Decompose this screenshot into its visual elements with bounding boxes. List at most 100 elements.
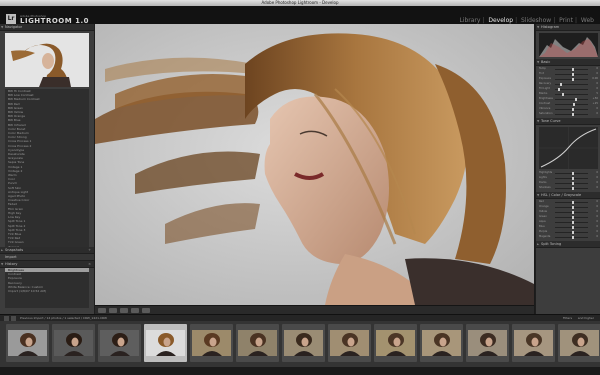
slider-track[interactable] [555, 221, 588, 224]
slider-knob[interactable] [571, 221, 574, 224]
slider-knob[interactable] [571, 68, 574, 71]
slider-track[interactable] [555, 108, 588, 111]
spot-removal-button[interactable] [142, 308, 150, 313]
slider-track[interactable] [555, 98, 588, 101]
redeye-tool-button[interactable] [131, 308, 139, 313]
slider-knob[interactable] [571, 231, 574, 234]
slider-knob[interactable] [571, 113, 574, 116]
slider-knob[interactable] [571, 187, 574, 190]
slider-knob[interactable] [559, 83, 562, 86]
slider-row: Saturation 0 [539, 112, 598, 117]
slider-value: 0 [596, 107, 598, 110]
slider-track[interactable] [555, 103, 588, 106]
module-picker: Library | Develop | Slideshow | Print | Web [459, 17, 594, 24]
tone-curve-graph[interactable] [539, 127, 598, 169]
filmstrip-thumbnail[interactable] [190, 324, 233, 362]
module-develop[interactable]: Develop [488, 17, 513, 24]
slider-track[interactable] [555, 73, 588, 76]
before-after-button[interactable] [109, 308, 117, 313]
photo-woman-hair [95, 24, 534, 305]
navigator-preview-image [5, 33, 89, 87]
slider-knob[interactable] [571, 108, 574, 111]
slider-knob[interactable] [574, 98, 577, 101]
filmstrip-thumbnail[interactable] [282, 324, 325, 362]
slider-knob[interactable] [571, 172, 574, 175]
slider-knob[interactable] [571, 211, 574, 214]
slider-track[interactable] [555, 206, 588, 209]
slider-track[interactable] [555, 78, 588, 81]
slider-knob[interactable] [571, 236, 574, 239]
slider-knob[interactable] [558, 88, 561, 91]
slider-track[interactable] [555, 187, 588, 190]
filmstrip-thumbnail[interactable] [466, 324, 509, 362]
slider-track[interactable] [555, 201, 588, 204]
filmstrip-thumbnail[interactable] [52, 324, 95, 362]
slider-value: +50 [592, 97, 598, 100]
hsl-header[interactable]: ▼ HSL / Color / Grayscale [536, 192, 600, 199]
clear-history-icon[interactable]: × [88, 261, 91, 267]
snapshot-item[interactable]: Import [0, 254, 94, 261]
filmstrip-thumbnail[interactable] [144, 324, 187, 362]
slider-track[interactable] [555, 93, 588, 96]
slider-knob[interactable] [561, 93, 564, 96]
snapshots-header[interactable]: ► Snapshots + [0, 247, 94, 254]
slider-knob[interactable] [571, 201, 574, 204]
module-print[interactable]: Print [559, 17, 573, 24]
main-image-view[interactable] [95, 24, 534, 305]
slider-knob[interactable] [571, 78, 574, 81]
filmstrip-thumbnail[interactable] [374, 324, 417, 362]
slider-track[interactable] [555, 216, 588, 219]
module-slideshow[interactable]: Slideshow [521, 17, 551, 24]
history-label: History [5, 262, 18, 266]
split-toning-header[interactable]: ► Split Toning [536, 241, 600, 248]
history-header[interactable]: ▼ History × [0, 261, 94, 268]
slider-track[interactable] [555, 177, 588, 180]
slider-knob[interactable] [571, 182, 574, 185]
filmstrip-thumbnail[interactable] [512, 324, 555, 362]
basic-header[interactable]: ▼ Basic [536, 59, 600, 66]
tone-curve-header[interactable]: ▼ Tone Curve [536, 118, 600, 125]
slider-knob[interactable] [571, 206, 574, 209]
slider-knob[interactable] [573, 103, 576, 106]
filmstrip-thumbnail[interactable] [236, 324, 279, 362]
slider-track[interactable] [555, 172, 588, 175]
add-snapshot-icon[interactable]: + [88, 247, 91, 253]
slider-value: 0 [596, 235, 598, 238]
slider-track[interactable] [555, 231, 588, 234]
histogram-graph [539, 33, 598, 57]
thumbnail-image [422, 330, 461, 356]
slider-knob[interactable] [571, 177, 574, 180]
filmstrip-thumbnail[interactable] [328, 324, 371, 362]
slider-knob[interactable] [571, 216, 574, 219]
navigator-preview[interactable] [5, 33, 89, 87]
histogram-curve [539, 37, 598, 57]
crop-tool-button[interactable] [120, 308, 128, 313]
slider-label: Contrast [539, 102, 551, 105]
slider-track[interactable] [555, 226, 588, 229]
bottom-panel-toggle[interactable] [0, 367, 600, 375]
loupe-view-button[interactable] [98, 308, 106, 313]
slider-track[interactable] [555, 236, 588, 239]
slider-track[interactable] [555, 68, 588, 71]
rating-filter-label: and higher [577, 316, 594, 320]
slider-knob[interactable] [571, 226, 574, 229]
slider-track[interactable] [555, 113, 588, 116]
filmstrip-thumbnail[interactable] [98, 324, 141, 362]
filmstrip-thumbnail[interactable] [420, 324, 463, 362]
filmstrip-thumbnail[interactable] [558, 324, 600, 362]
slider-track[interactable] [555, 211, 588, 214]
collapse-triangle-icon: ▼ [537, 193, 540, 197]
module-library[interactable]: Library [459, 17, 480, 24]
histogram-header[interactable]: ▼ Histogram [536, 24, 600, 31]
slider-track[interactable] [555, 83, 588, 86]
slider-knob[interactable] [571, 73, 574, 76]
slider-track[interactable] [555, 88, 588, 91]
slider-value: 0 [596, 72, 598, 75]
navigator-header[interactable]: ▼ Navigator [0, 24, 94, 31]
module-web[interactable]: Web [581, 17, 594, 24]
slider-track[interactable] [555, 182, 588, 185]
history-item[interactable]: Import (1/8/07 10:52 AM) [5, 289, 89, 293]
snapshots-label: Snapshots [5, 248, 24, 252]
filmstrip-thumbnail[interactable] [6, 324, 49, 362]
collapse-triangle-icon: ▼ [1, 262, 4, 266]
